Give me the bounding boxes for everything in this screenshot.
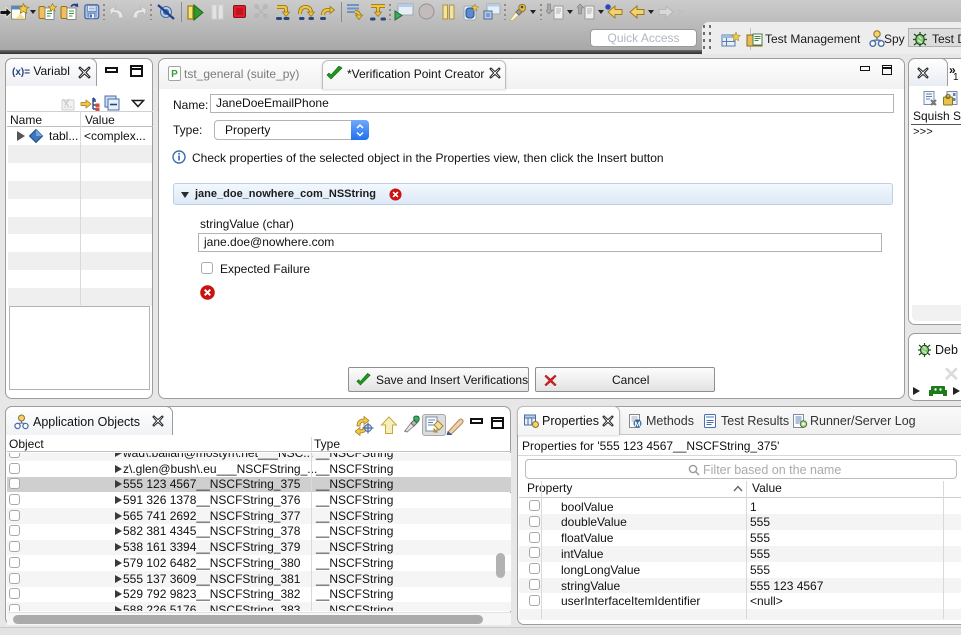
svg-text:P: P (171, 69, 178, 80)
svg-text:M: M (634, 419, 640, 428)
